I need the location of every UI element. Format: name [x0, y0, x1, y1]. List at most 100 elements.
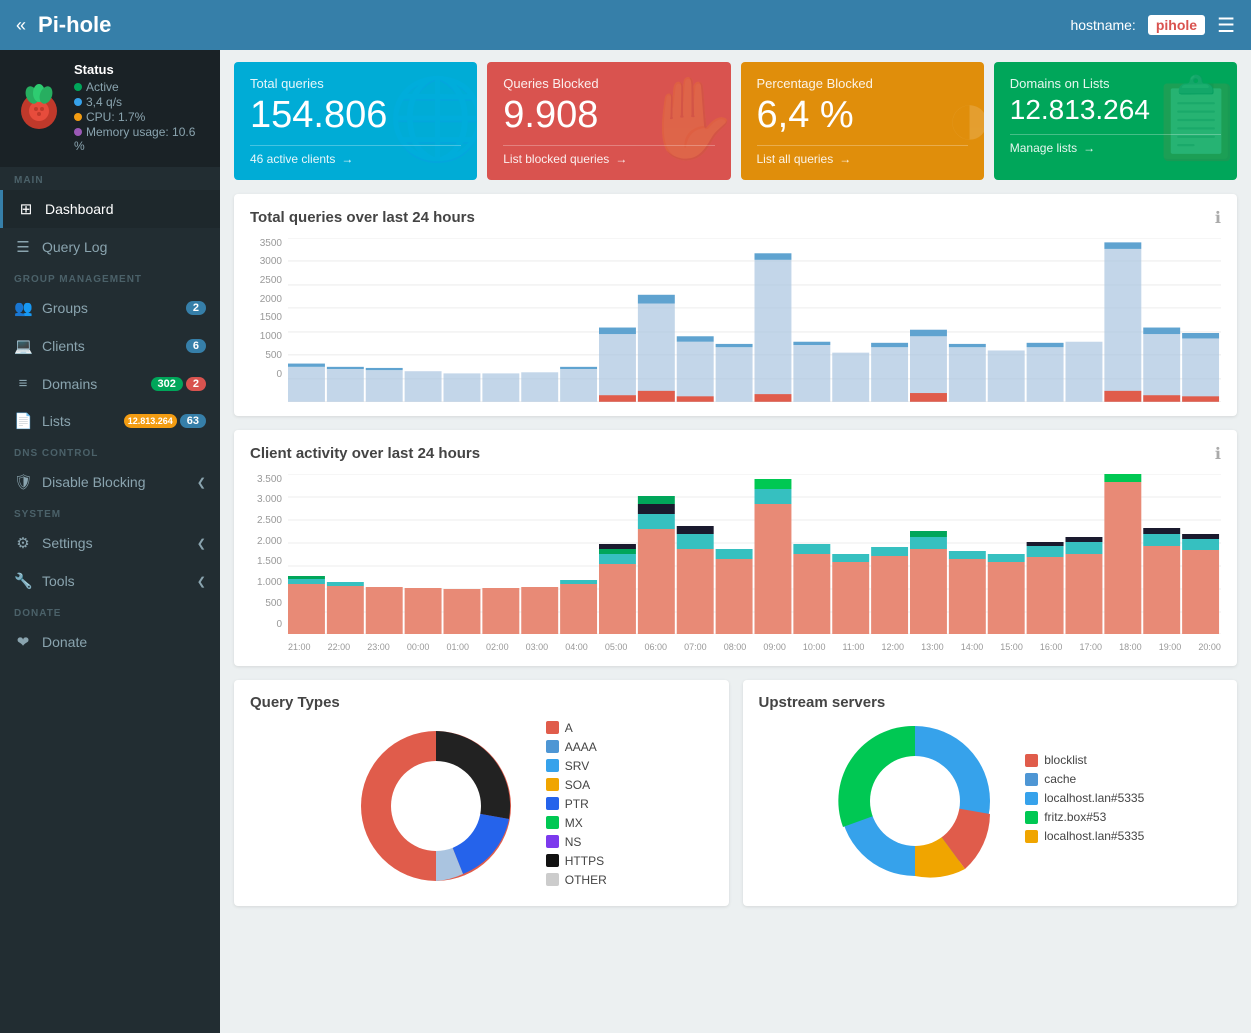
stat-card-queries-blocked[interactable]: ✋ Queries Blocked 9.908 List blocked que…: [487, 62, 730, 180]
upstream-servers-title: Upstream servers: [759, 694, 1222, 711]
hostname-value: pihole: [1148, 15, 1205, 35]
legend-item: OTHER: [546, 873, 607, 887]
sidebar-item-settings[interactable]: ⚙ Settings ❮: [0, 524, 220, 562]
sidebar-item-label: Clients: [42, 338, 85, 354]
sidebar-item-label: Groups: [42, 300, 88, 316]
legend-label: SRV: [565, 759, 589, 773]
sidebar-item-label: Dashboard: [45, 201, 114, 217]
legend-item: fritz.box#53: [1025, 810, 1144, 824]
topbar-left: « Pi-hole: [16, 12, 111, 38]
hostname-label: hostname:: [1070, 17, 1135, 33]
sidebar-item-tools[interactable]: 🔧 Tools ❮: [0, 562, 220, 600]
sidebar-item-clients[interactable]: 💻 Clients 6: [0, 327, 220, 365]
main-content: 🌐 Total queries 154.806 46 active client…: [220, 50, 1251, 1033]
legend-color: [546, 759, 559, 772]
legend-color: [546, 816, 559, 829]
legend-item: cache: [1025, 772, 1144, 786]
chevron-icon: ❮: [197, 537, 206, 550]
upstream-servers-donut: [835, 721, 995, 881]
legend-item: NS: [546, 835, 607, 849]
legend-color: [1025, 811, 1038, 824]
lists-icon: 📄: [14, 412, 32, 430]
legend-color: [546, 873, 559, 886]
sidebar-section-group: GROUP MANAGEMENT: [0, 266, 220, 289]
stat-card-percentage-blocked[interactable]: ◑ Percentage Blocked 6,4 % List all quer…: [741, 62, 984, 180]
legend-color: [546, 740, 559, 753]
sidebar-item-label: Disable Blocking: [42, 474, 146, 490]
stat-title: Domains on Lists: [1010, 76, 1221, 91]
legend-item: blocklist: [1025, 753, 1144, 767]
legend-label: A: [565, 721, 573, 735]
stat-title: Total queries: [250, 76, 461, 91]
stat-value: 6,4 %: [757, 95, 968, 137]
legend-item: localhost.lan#5335: [1025, 829, 1144, 843]
total-queries-svg: [288, 238, 1221, 402]
legend-label: localhost.lan#5335: [1044, 791, 1144, 805]
stat-footer[interactable]: List blocked queries →: [503, 145, 714, 166]
chart-wrap: 3500300025002000150010005000: [250, 238, 1221, 402]
sidebar-item-label: Query Log: [42, 239, 107, 255]
stat-footer[interactable]: Manage lists →: [1010, 134, 1221, 155]
legend-item: SOA: [546, 778, 607, 792]
clients-icon: 💻: [14, 337, 32, 355]
topbar-right: hostname: pihole ☰: [1070, 13, 1235, 38]
info-icon[interactable]: ℹ: [1215, 208, 1221, 228]
sidebar-item-donate[interactable]: ❤ Donate: [0, 623, 220, 661]
domains-badge-count: 302: [151, 377, 183, 391]
sidebar: Status Active 3,4 q/s CPU: 1.7% Memory u…: [0, 50, 220, 1033]
client-activity-chart: Client activity over last 24 hours ℹ 3.5…: [234, 430, 1237, 666]
lists-badge-2: 63: [180, 414, 206, 428]
legend-label: NS: [565, 835, 582, 849]
sidebar-item-query-log[interactable]: ☰ Query Log: [0, 228, 220, 266]
status-info: Status Active 3,4 q/s CPU: 1.7% Memory u…: [74, 62, 206, 154]
info-icon[interactable]: ℹ: [1215, 444, 1221, 464]
legend-item: A: [546, 721, 607, 735]
client-activity-svg: [288, 474, 1221, 634]
chart-title: Client activity over last 24 hours: [250, 445, 480, 462]
donut-container: blocklist cache localhost.lan#5335: [759, 721, 1222, 881]
sidebar-item-groups[interactable]: 👥 Groups 2: [0, 289, 220, 327]
sidebar-section-dns: DNS CONTROL: [0, 440, 220, 463]
sidebar-item-lists[interactable]: 📄 Lists 12.813.264 63: [0, 402, 220, 440]
sidebar-item-domains[interactable]: ≡ Domains 302 2: [0, 365, 220, 402]
stat-footer[interactable]: List all queries →: [757, 145, 968, 166]
chart-title: Total queries over last 24 hours: [250, 209, 475, 226]
collapse-icon[interactable]: «: [16, 15, 26, 36]
stat-cards: 🌐 Total queries 154.806 46 active client…: [234, 62, 1237, 180]
sidebar-item-label: Lists: [42, 413, 71, 429]
sidebar-item-label: Donate: [42, 634, 87, 650]
x-axis: 21:0022:0023:0000:0001:0002:0003:0004:00…: [288, 642, 1221, 652]
legend-color: [546, 721, 559, 734]
domains-badges: 302 2: [151, 377, 206, 391]
chart-header: Client activity over last 24 hours ℹ: [250, 444, 1221, 464]
bottom-charts: Query Types: [234, 680, 1237, 906]
stat-card-domains-on-lists[interactable]: 📋 Domains on Lists 12.813.264 Manage lis…: [994, 62, 1237, 180]
settings-icon: ⚙: [14, 534, 32, 552]
lists-badges: 12.813.264 63: [124, 414, 206, 428]
status-panel: Status Active 3,4 q/s CPU: 1.7% Memory u…: [0, 50, 220, 167]
domains-icon: ≡: [14, 375, 32, 392]
chevron-icon: ❮: [197, 476, 206, 489]
stat-footer[interactable]: 46 active clients →: [250, 145, 461, 166]
legend-color: [1025, 754, 1038, 767]
stat-card-total-queries[interactable]: 🌐 Total queries 154.806 46 active client…: [234, 62, 477, 180]
legend-label: localhost.lan#5335: [1044, 829, 1144, 843]
status-active: Active: [74, 80, 206, 94]
legend-color: [546, 835, 559, 848]
chart-header: Total queries over last 24 hours ℹ: [250, 208, 1221, 228]
legend-label: blocklist: [1044, 753, 1087, 767]
legend-item: localhost.lan#5335: [1025, 791, 1144, 805]
query-types-donut: [356, 726, 516, 886]
donate-icon: ❤: [14, 633, 32, 651]
sidebar-item-dashboard[interactable]: ⊞ Dashboard: [0, 190, 220, 228]
query-types-legend: A AAAA SRV SOA: [546, 721, 607, 892]
sidebar-item-disable-blocking[interactable]: 🛡 Disable Blocking ❮: [0, 463, 220, 501]
status-memory: Memory usage: 10.6 %: [74, 125, 206, 153]
tools-icon: 🔧: [14, 572, 32, 590]
clients-badge: 6: [186, 339, 206, 353]
upstream-servers-panel: Upstream servers: [743, 680, 1238, 906]
querylog-icon: ☰: [14, 238, 32, 256]
status-cpu: CPU: 1.7%: [74, 110, 206, 124]
menu-icon[interactable]: ☰: [1217, 13, 1235, 38]
app-body: Status Active 3,4 q/s CPU: 1.7% Memory u…: [0, 50, 1251, 1033]
